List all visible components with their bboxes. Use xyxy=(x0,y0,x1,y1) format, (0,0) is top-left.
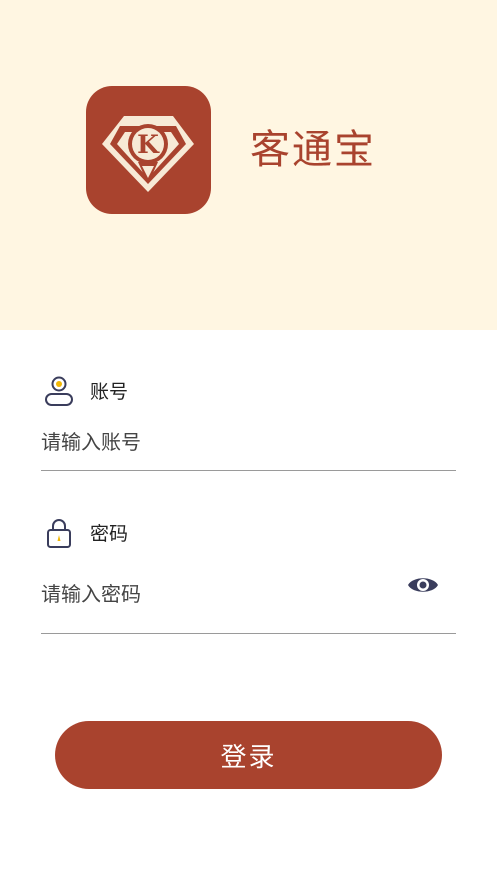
app-name: 客通宝 xyxy=(250,127,376,173)
account-input[interactable] xyxy=(41,428,441,456)
logo-letter: K xyxy=(137,130,160,159)
user-icon xyxy=(45,376,73,406)
password-label: 密码 xyxy=(90,523,129,545)
app-logo: K xyxy=(86,86,211,214)
lock-icon xyxy=(47,519,71,548)
header-banner: K 客通宝 xyxy=(0,0,497,330)
account-label: 账号 xyxy=(90,381,129,403)
password-input[interactable] xyxy=(41,580,391,608)
login-button[interactable]: 登录 xyxy=(55,721,442,789)
account-underline xyxy=(41,470,456,471)
eye-icon[interactable] xyxy=(406,572,440,598)
password-underline xyxy=(41,633,456,634)
